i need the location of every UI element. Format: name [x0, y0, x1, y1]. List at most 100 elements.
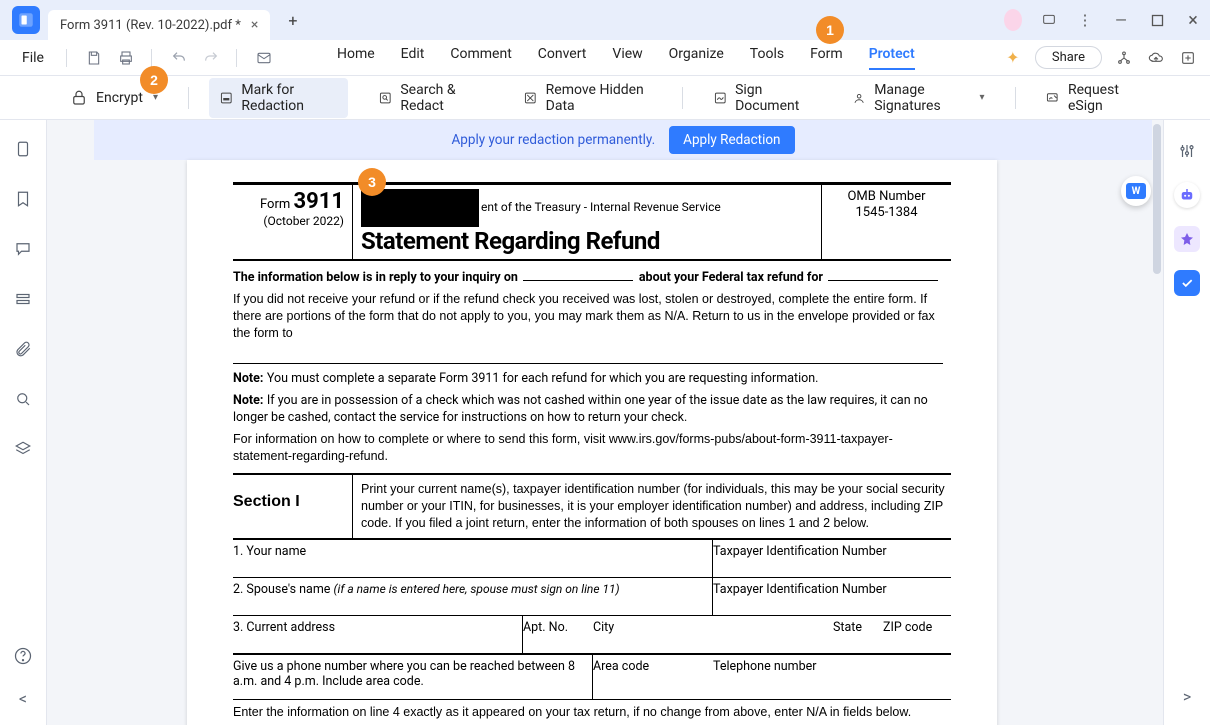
batch-icon[interactable] — [1178, 48, 1198, 68]
print-icon[interactable] — [113, 45, 139, 71]
encrypt-label: Encrypt — [96, 90, 143, 106]
omb-number: 1545-1384 — [826, 205, 947, 221]
tb-whatsnew-icon[interactable] — [1040, 11, 1058, 29]
callout-1: 1 — [816, 16, 844, 44]
apply-redaction-button[interactable]: Apply Redaction — [669, 126, 794, 154]
user-avatar[interactable] — [1004, 11, 1022, 29]
line4-instruction: Enter the information on line 4 exactly … — [233, 700, 951, 725]
left-rail: < — [0, 120, 47, 725]
callout-2: 2 — [140, 66, 168, 94]
remove-hidden-label: Remove Hidden Data — [546, 82, 652, 114]
diagram-icon[interactable] — [1114, 48, 1134, 68]
manage-signatures-label: Manage Signatures — [874, 82, 969, 114]
menu-home[interactable]: Home — [337, 46, 375, 70]
info-line: The information below is in reply to you… — [233, 261, 951, 289]
search-icon[interactable] — [12, 388, 34, 410]
mark-redaction-tool[interactable]: Mark for Redaction — [209, 78, 348, 118]
properties-icon[interactable] — [1174, 138, 1200, 164]
field-city: City — [593, 616, 833, 653]
collapse-left-icon[interactable]: < — [12, 687, 34, 709]
omb-label: OMB Number — [826, 189, 947, 205]
window-close-button[interactable]: × — [1184, 11, 1202, 29]
field-tin2: Taxpayer Identification Number — [713, 578, 951, 615]
file-menu[interactable]: File — [12, 46, 54, 70]
field-tel-number: Telephone number — [713, 655, 951, 699]
app-logo-icon — [17, 11, 35, 29]
field-current-address: 3. Current address — [233, 616, 523, 653]
redo-icon[interactable] — [198, 45, 224, 71]
share-button[interactable]: Share — [1035, 46, 1102, 69]
field-phone-text: Give us a phone number where you can be … — [233, 655, 593, 699]
field-your-name: 1. Your name — [233, 540, 713, 577]
section-label: Section I — [233, 475, 353, 538]
form-title: Statement Regarding Refund — [361, 227, 813, 255]
menu-tools[interactable]: Tools — [750, 46, 784, 70]
right-rail: > — [1163, 120, 1210, 725]
fields-icon[interactable] — [12, 288, 34, 310]
scrollbar[interactable] — [1153, 124, 1161, 684]
field-area-code: Area code — [593, 655, 713, 699]
tab-close-icon[interactable]: × — [251, 17, 258, 33]
menu-bar: File Home Edit Comment Convert View Orga… — [0, 40, 1210, 76]
sign-document-label: Sign Document — [735, 82, 812, 114]
form-label: Form — [260, 197, 290, 212]
check-tool-icon[interactable] — [1174, 270, 1200, 296]
field-state: State — [833, 616, 883, 653]
document-canvas[interactable]: Apply your redaction permanently. Apply … — [47, 120, 1163, 725]
help-icon[interactable] — [12, 645, 34, 667]
sign-document-tool[interactable]: Sign Document — [703, 78, 822, 118]
document-tab[interactable]: Form 3911 (Rev. 10-2022).pdf * × — [48, 10, 270, 40]
form-dept: ent of the Treasury - Internal Revenue S… — [481, 200, 721, 214]
cloud-upload-icon[interactable] — [1146, 48, 1166, 68]
tips-icon[interactable]: ✦ — [1003, 48, 1023, 68]
field-zip: ZIP code — [883, 616, 951, 653]
undo-icon[interactable] — [166, 45, 192, 71]
field-tin1: Taxpayer Identification Number — [713, 540, 951, 577]
request-esign-tool[interactable]: Request eSign — [1035, 78, 1150, 118]
collapse-right-icon[interactable]: > — [1174, 683, 1200, 709]
section-text: Print your current name(s), taxpayer ide… — [353, 475, 951, 538]
word-export-bubble[interactable]: W — [1121, 176, 1151, 206]
save-icon[interactable] — [81, 45, 107, 71]
field-apt: Apt. No. — [523, 616, 593, 653]
window-maximize-button[interactable] — [1148, 11, 1166, 29]
mark-redaction-label: Mark for Redaction — [241, 82, 337, 114]
window-minimize-button[interactable]: — — [1112, 11, 1130, 29]
menu-protect[interactable]: Protect — [869, 46, 915, 70]
menu-convert[interactable]: Convert — [538, 46, 587, 70]
form-number: 3911 — [294, 189, 345, 214]
remove-hidden-tool[interactable]: Remove Hidden Data — [513, 78, 662, 118]
search-redact-label: Search & Redact — [400, 82, 483, 114]
menu-comment[interactable]: Comment — [450, 46, 511, 70]
note1: Note: You must complete a separate Form … — [233, 368, 951, 390]
new-tab-button[interactable]: + — [288, 11, 297, 30]
ai-tool-icon[interactable] — [1174, 226, 1200, 252]
thumbnails-icon[interactable] — [12, 138, 34, 160]
note2: Note: If you are in possession of a chec… — [233, 390, 951, 430]
menu-view[interactable]: View — [612, 46, 642, 70]
bookmarks-icon[interactable] — [12, 188, 34, 210]
main-menus: Home Edit Comment Convert View Organize … — [337, 46, 915, 70]
layers-icon[interactable] — [12, 438, 34, 460]
attachments-icon[interactable] — [12, 338, 34, 360]
para2: For information on how to complete or wh… — [233, 429, 951, 467]
word-icon: W — [1126, 183, 1146, 199]
tb-menu-icon[interactable]: ⋮ — [1076, 11, 1094, 29]
apply-redaction-bar: Apply your redaction permanently. Apply … — [94, 120, 1152, 160]
comments-panel-icon[interactable] — [12, 238, 34, 260]
menu-organize[interactable]: Organize — [669, 46, 724, 70]
window-controls: ⋮ — × — [1004, 0, 1202, 40]
form-date: (October 2022) — [233, 214, 344, 228]
para1: If you did not receive your refund or if… — [233, 289, 951, 344]
menu-form[interactable]: Form — [810, 46, 843, 70]
chevron-down-icon: ▾ — [980, 92, 985, 103]
pdf-page[interactable]: Form 3911 (October 2022) ent of the Trea… — [187, 160, 997, 725]
mail-icon[interactable] — [251, 45, 277, 71]
ai-robot-icon[interactable] — [1174, 182, 1200, 208]
search-redact-tool[interactable]: Search & Redact — [368, 78, 493, 118]
callout-3: 3 — [358, 168, 386, 196]
menu-edit[interactable]: Edit — [401, 46, 425, 70]
manage-signatures-tool[interactable]: Manage Signatures ▾ — [842, 78, 995, 118]
redaction-mark[interactable] — [361, 189, 479, 227]
app-logo[interactable] — [12, 6, 40, 34]
